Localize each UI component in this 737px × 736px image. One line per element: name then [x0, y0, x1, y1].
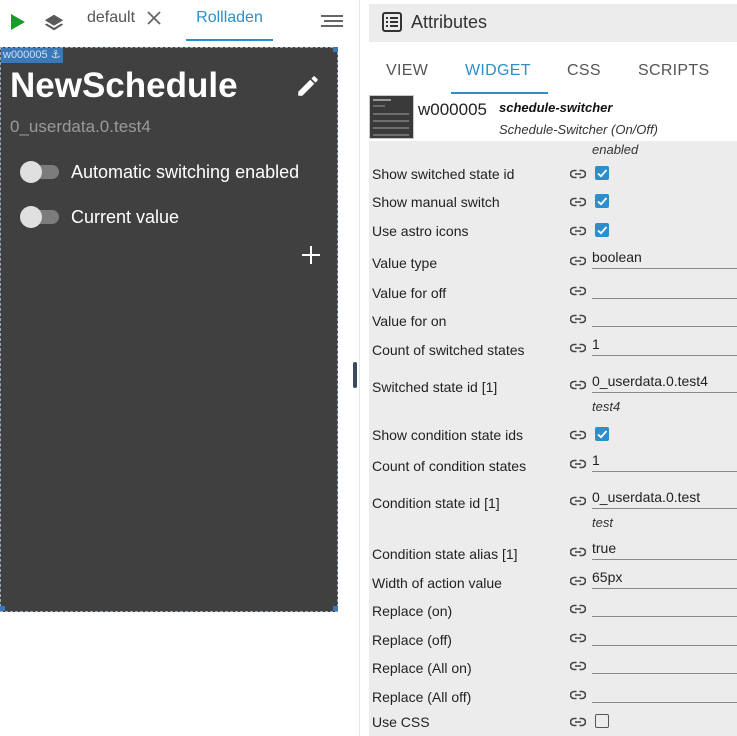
- property-label: Width of action value: [372, 575, 502, 591]
- widget-state-id: 0_userdata.0.test4: [10, 117, 151, 136]
- widget-info-id: w000005: [418, 100, 488, 119]
- property-label: Show switched state id: [372, 166, 515, 182]
- active-tab-indicator: [186, 39, 273, 41]
- property-input[interactable]: [592, 277, 737, 299]
- property-input[interactable]: true: [592, 538, 737, 560]
- property-checkbox[interactable]: [595, 427, 609, 441]
- property-checkbox[interactable]: [595, 194, 609, 208]
- property-sub-label: test: [592, 515, 613, 530]
- property-input[interactable]: 1: [592, 334, 737, 356]
- link-icon[interactable]: [569, 311, 587, 324]
- close-icon[interactable]: [146, 10, 162, 26]
- property-label: Replace (off): [372, 632, 452, 648]
- splitter-line: [359, 0, 360, 736]
- tab-widget[interactable]: WIDGET: [465, 62, 531, 80]
- list-icon: [382, 12, 402, 32]
- property-input[interactable]: 1: [592, 450, 737, 472]
- attributes-pane: Attributes VIEW WIDGET CSS SCRIPTS w0000…: [369, 0, 737, 736]
- link-icon[interactable]: [569, 340, 587, 353]
- tab-default[interactable]: default: [87, 0, 135, 42]
- link-icon[interactable]: [569, 427, 587, 440]
- widget-id-badge: w000005 ⚓: [1, 48, 63, 63]
- link-icon[interactable]: [569, 687, 587, 700]
- switch-label: Current value: [71, 207, 180, 227]
- tab-css[interactable]: CSS: [567, 62, 601, 80]
- view-editor-pane: default Rollladen w000005 ⚓ NewSchedule …: [0, 0, 350, 736]
- link-icon[interactable]: [569, 544, 587, 557]
- link-icon[interactable]: [569, 601, 587, 614]
- property-label: Value type: [372, 255, 438, 271]
- link-icon[interactable]: [569, 456, 587, 469]
- menu-icon[interactable]: [321, 14, 343, 30]
- resize-handle[interactable]: [333, 606, 338, 611]
- property-label: Value for on: [372, 313, 447, 329]
- property-checkbox[interactable]: [595, 166, 609, 180]
- resize-handle[interactable]: [333, 47, 338, 52]
- tab-rollladen[interactable]: Rollladen: [186, 0, 273, 42]
- property-checkbox[interactable]: [595, 223, 609, 237]
- active-tab-indicator: [451, 92, 548, 94]
- property-input[interactable]: boolean: [592, 247, 737, 269]
- edit-icon[interactable]: [295, 73, 321, 99]
- plus-icon[interactable]: [301, 245, 321, 265]
- property-label: Replace (All off): [372, 689, 472, 705]
- property-label: Condition state alias [1]: [372, 546, 518, 562]
- property-input[interactable]: [592, 681, 737, 703]
- widget-info: w000005 schedule-switcher Schedule-Switc…: [369, 95, 737, 141]
- link-icon[interactable]: [569, 223, 587, 236]
- property-input[interactable]: 65px: [592, 567, 737, 589]
- widget-info-type: schedule-switcher: [499, 100, 613, 115]
- widget-thumbnail: [369, 95, 414, 139]
- layers-icon[interactable]: [43, 12, 65, 34]
- link-icon[interactable]: [569, 493, 587, 506]
- link-icon[interactable]: [569, 166, 587, 179]
- resize-handle[interactable]: [0, 606, 5, 611]
- attributes-header: Attributes: [369, 4, 737, 42]
- attributes-title: Attributes: [411, 12, 488, 32]
- property-input[interactable]: 0_userdata.0.test: [592, 487, 737, 509]
- splitter-handle[interactable]: [353, 362, 357, 388]
- property-input[interactable]: [592, 624, 737, 646]
- switch-thumb: [20, 206, 42, 228]
- tab-scripts[interactable]: SCRIPTS: [638, 62, 709, 80]
- property-sub-label: test4: [592, 399, 621, 414]
- play-icon[interactable]: [10, 13, 26, 31]
- schedule-widget[interactable]: w000005 ⚓ NewSchedule 0_userdata.0.test4…: [0, 47, 338, 612]
- link-icon[interactable]: [569, 253, 587, 266]
- link-icon[interactable]: [569, 573, 587, 586]
- properties-list: enabled Show switched state id Show manua…: [369, 141, 737, 736]
- property-label: Use astro icons: [372, 223, 469, 239]
- property-input[interactable]: 0_userdata.0.test4: [592, 371, 737, 393]
- property-label: Replace (on): [372, 603, 453, 619]
- pane-splitter[interactable]: [350, 0, 370, 736]
- property-input[interactable]: [592, 305, 737, 327]
- link-icon[interactable]: [569, 283, 587, 296]
- anchor-icon: ⚓: [50, 49, 61, 61]
- view-toolbar: default Rollladen: [0, 0, 350, 46]
- link-icon[interactable]: [569, 714, 587, 727]
- switch-thumb: [20, 161, 42, 183]
- property-input[interactable]: [592, 595, 737, 617]
- property-label: Use CSS: [372, 714, 430, 730]
- property-checkbox[interactable]: [595, 714, 609, 728]
- widget-info-description: Schedule-Switcher (On/Off): [499, 122, 658, 137]
- link-icon[interactable]: [569, 194, 587, 207]
- widget-title: NewSchedule: [10, 66, 238, 105]
- property-label: Show condition state ids: [372, 427, 523, 443]
- property-label: Count of condition states: [372, 458, 527, 474]
- property-label: Replace (All on): [372, 660, 472, 676]
- link-icon[interactable]: [569, 658, 587, 671]
- property-label: Value for off: [372, 285, 447, 301]
- scrolled-note: enabled: [592, 142, 639, 157]
- property-input[interactable]: [592, 652, 737, 674]
- tab-view[interactable]: VIEW: [386, 62, 428, 80]
- link-icon[interactable]: [569, 377, 587, 390]
- switch-label: Automatic switching enabled: [71, 162, 300, 182]
- property-label: Count of switched states: [372, 342, 525, 358]
- property-label: Switched state id [1]: [372, 379, 498, 395]
- property-label: Show manual switch: [372, 194, 500, 210]
- link-icon[interactable]: [569, 630, 587, 643]
- property-label: Condition state id [1]: [372, 495, 500, 511]
